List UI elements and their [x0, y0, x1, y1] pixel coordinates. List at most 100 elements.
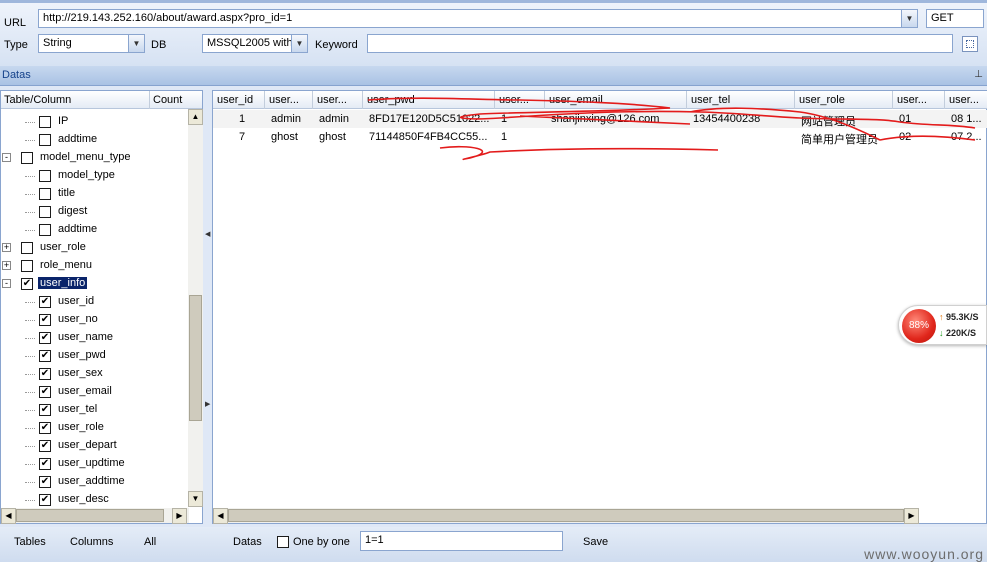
table-row[interactable]: 1 admin admin 8FD17E120D5C51022... 1 shanjinx…: [213, 110, 987, 128]
tree-node[interactable]: title: [1, 185, 187, 203]
tree-checkbox[interactable]: ✔: [39, 296, 51, 308]
tree-checkbox[interactable]: ✔: [39, 422, 51, 434]
tree-node[interactable]: ✔ user_no: [1, 311, 187, 329]
tree-node[interactable]: ✔ user_addtime: [1, 473, 187, 491]
grid-column-header[interactable]: user...: [893, 91, 945, 109]
tree-checkbox[interactable]: ✔: [39, 404, 51, 416]
tree-node[interactable]: - ✔ user_info: [1, 275, 187, 293]
scroll-right-icon[interactable]: ▶: [172, 508, 187, 524]
db-select[interactable]: MSSQL2005 with E ▼: [202, 34, 308, 53]
grid-column-header[interactable]: user_tel: [687, 91, 795, 109]
tree-node[interactable]: ✔ user_pwd: [1, 347, 187, 365]
tree-node[interactable]: addtime: [1, 131, 187, 149]
grid-column-header[interactable]: user_email: [545, 91, 687, 109]
grid-scroll-right-icon[interactable]: ▶: [904, 508, 919, 524]
tree-node[interactable]: - model_menu_type: [1, 149, 187, 167]
tree-checkbox[interactable]: [21, 152, 33, 164]
tree-node[interactable]: addtime: [1, 221, 187, 239]
tree-node[interactable]: model_type: [1, 167, 187, 185]
url-input[interactable]: http://219.143.252.160/about/award.aspx?…: [38, 9, 918, 28]
tree-horizontal-scrollbar[interactable]: ◀ ▶: [1, 508, 189, 524]
pin-icon[interactable]: ⊥: [974, 69, 983, 80]
tab-columns[interactable]: Columns: [70, 536, 113, 548]
tree-vertical-scrollbar[interactable]: ▲ ▼: [188, 109, 203, 507]
tree-checkbox[interactable]: ✔: [39, 368, 51, 380]
tree-checkbox[interactable]: ✔: [39, 314, 51, 326]
tree-checkbox[interactable]: [21, 260, 33, 272]
tree-checkbox[interactable]: [39, 134, 51, 146]
grid-horizontal-scrollbar[interactable]: ◀ ▶: [213, 508, 919, 524]
tree-node-label: addtime: [58, 133, 98, 145]
scroll-down-icon[interactable]: ▼: [188, 491, 203, 507]
tree-checkbox[interactable]: [39, 170, 51, 182]
one-by-one-checkbox[interactable]: [277, 536, 289, 548]
pane-splitter[interactable]: ◀ ▶: [203, 90, 212, 524]
tree-node-label: model_type: [58, 169, 115, 181]
tree-checkbox[interactable]: ✔: [39, 440, 51, 452]
tree-checkbox[interactable]: ✔: [39, 350, 51, 362]
tree-checkbox[interactable]: [21, 242, 33, 254]
collapse-right-icon[interactable]: ▶: [205, 400, 210, 408]
grid-column-header[interactable]: user_pwd: [363, 91, 495, 109]
tree-checkbox[interactable]: [39, 224, 51, 236]
tree-node[interactable]: IP: [1, 113, 187, 131]
tree-checkbox[interactable]: ✔: [39, 332, 51, 344]
collapse-icon[interactable]: -: [2, 153, 11, 162]
tree-checkbox[interactable]: ✔: [39, 458, 51, 470]
tree-checkbox[interactable]: ✔: [39, 494, 51, 506]
url-dropdown-arrow-icon[interactable]: ▼: [901, 10, 917, 27]
keyword-input[interactable]: [367, 34, 953, 53]
tree-scroll-thumb[interactable]: [189, 295, 202, 421]
tree-node[interactable]: ✔ user_depart: [1, 437, 187, 455]
tree-node[interactable]: ✔ user_desc: [1, 491, 187, 509]
network-speed-widget[interactable]: 88% ↑ 95.3K/S ↓ 220K/S: [898, 305, 987, 345]
table-picker-icon[interactable]: [962, 36, 978, 52]
grid-column-header[interactable]: user...: [313, 91, 363, 109]
tree-checkbox[interactable]: ✔: [39, 476, 51, 488]
expand-icon[interactable]: +: [2, 261, 11, 270]
count-header[interactable]: Count: [153, 94, 182, 106]
tree-checkbox[interactable]: [39, 206, 51, 218]
one-by-one-label[interactable]: One by one: [293, 536, 350, 548]
grid-column-header[interactable]: user_role: [795, 91, 893, 109]
net-usage-ball[interactable]: 88%: [902, 309, 936, 343]
collapse-left-icon[interactable]: ◀: [205, 230, 210, 238]
grid-hscroll-thumb[interactable]: [228, 509, 904, 522]
tree-node[interactable]: ✔ user_sex: [1, 365, 187, 383]
table-column-header[interactable]: Table/Column: [4, 94, 71, 106]
tree-node[interactable]: ✔ user_id: [1, 293, 187, 311]
grid-scroll-left-icon[interactable]: ◀: [213, 508, 228, 524]
expand-icon[interactable]: +: [2, 243, 11, 252]
db-dropdown-arrow-icon[interactable]: ▼: [291, 35, 307, 52]
tree-checkbox[interactable]: [39, 116, 51, 128]
tree-node[interactable]: + user_role: [1, 239, 187, 257]
grid-column-header[interactable]: user...: [945, 91, 987, 109]
grid-column-header[interactable]: user_id: [213, 91, 265, 109]
tree-node[interactable]: ✔ user_email: [1, 383, 187, 401]
type-select[interactable]: String ▼: [38, 34, 145, 53]
tree-checkbox[interactable]: ✔: [39, 386, 51, 398]
condition-input[interactable]: 1=1: [360, 531, 563, 551]
tab-tables[interactable]: Tables: [14, 536, 46, 548]
condition-value: 1=1: [365, 534, 384, 546]
tree-node[interactable]: ✔ user_tel: [1, 401, 187, 419]
method-select[interactable]: GET: [926, 9, 984, 28]
grid-column-header[interactable]: user...: [495, 91, 545, 109]
scroll-left-icon[interactable]: ◀: [1, 508, 16, 524]
collapse-icon[interactable]: -: [2, 279, 11, 288]
tree-checkbox[interactable]: ✔: [21, 278, 33, 290]
tree-node[interactable]: + role_menu: [1, 257, 187, 275]
tree-hscroll-thumb[interactable]: [16, 509, 164, 522]
type-dropdown-arrow-icon[interactable]: ▼: [128, 35, 144, 52]
grid-column-header[interactable]: user...: [265, 91, 313, 109]
tree-node[interactable]: ✔ user_name: [1, 329, 187, 347]
tree-node[interactable]: ✔ user_role: [1, 419, 187, 437]
datas-panel-header: Datas ⊥: [0, 66, 987, 86]
tab-all[interactable]: All: [144, 536, 156, 548]
save-button[interactable]: Save: [583, 536, 608, 548]
tree-checkbox[interactable]: [39, 188, 51, 200]
scroll-up-icon[interactable]: ▲: [188, 109, 203, 125]
table-row[interactable]: 7 ghost ghost 71144850F4FB4CC55... 1 简单用户管理员 0…: [213, 128, 987, 146]
tree-node[interactable]: ✔ user_updtime: [1, 455, 187, 473]
tree-node[interactable]: digest: [1, 203, 187, 221]
